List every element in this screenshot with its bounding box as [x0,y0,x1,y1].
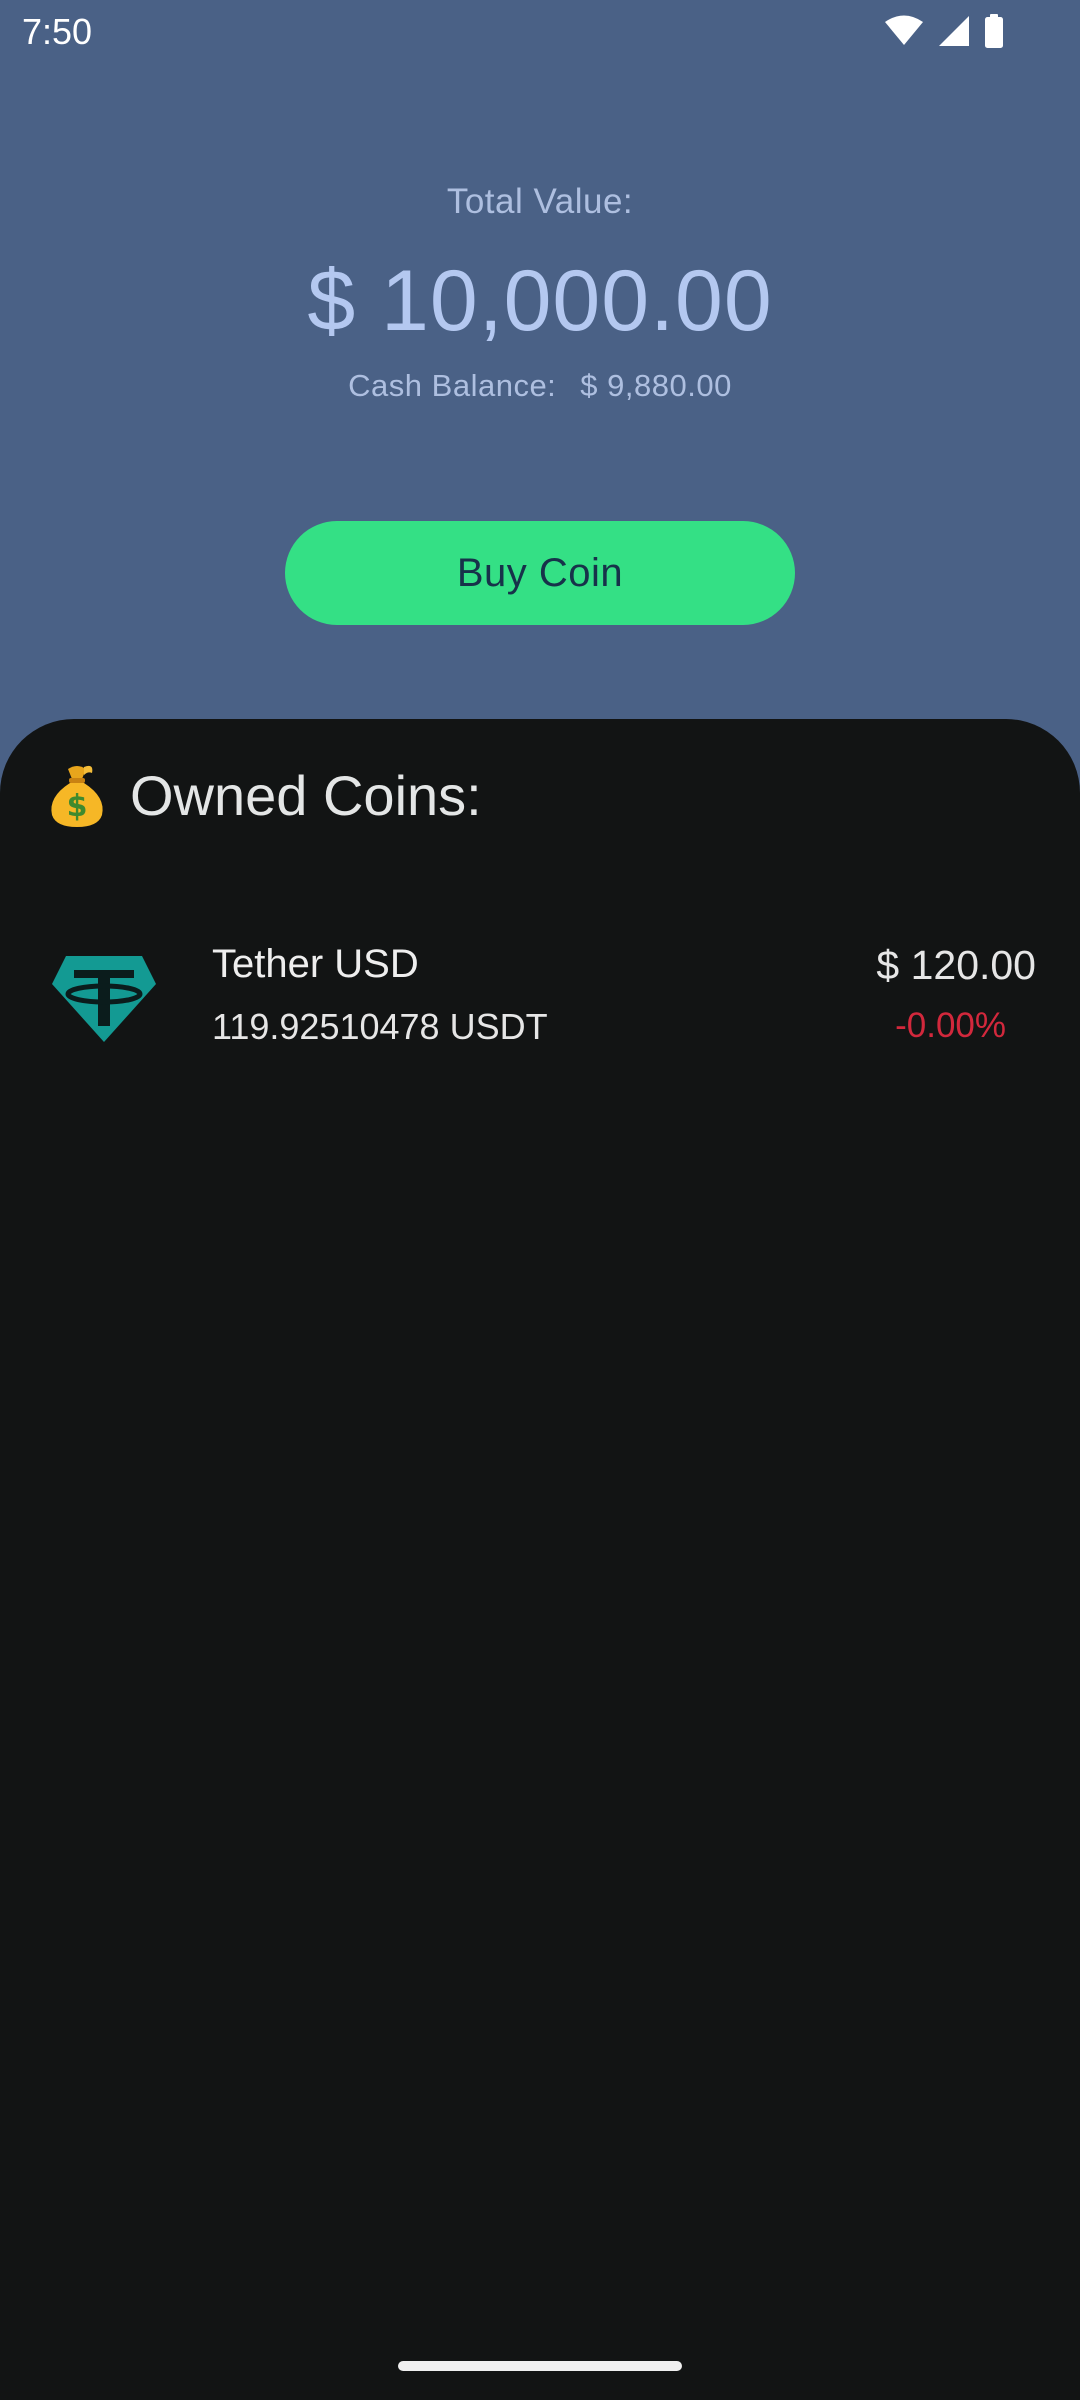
cash-balance-label: Cash Balance: [348,368,557,403]
wifi-icon [885,15,923,45]
buy-coin-button[interactable]: Buy Coin [285,521,795,625]
cash-balance-value: $ 9,880.00 [580,368,732,403]
owned-coins-title: Owned Coins: [130,763,482,827]
coin-value: $ 120.00 [876,942,1036,988]
tether-logo-icon [52,956,156,1042]
coin-list-item[interactable]: Tether USD 119.92510478 USDT $ 120.00 -0… [0,920,1080,1070]
home-indicator[interactable] [398,2361,682,2371]
coin-name: Tether USD [212,942,419,986]
total-value-label: Total Value: [446,182,634,221]
status-time: 7:50 [22,11,93,52]
status-icons [884,14,1004,48]
total-value-amount: $ 10,000.00 [307,253,773,349]
coin-change: -0.00% [895,1006,1006,1045]
battery-icon [985,14,1003,48]
signal-icon [939,16,969,46]
coin-amount: 119.92510478 USDT [212,1006,548,1047]
money-bag-icon: $ [51,765,103,827]
svg-text:$: $ [67,789,88,824]
portfolio-screen: 7:50 Total Value: $ 10,000.00 Cash Balan… [0,0,1080,2400]
owned-coins-header: $ Owned Coins: [46,760,482,830]
cash-balance-row: Cash Balance: $ 9,880.00 [0,368,1080,404]
status-bar: 7:50 [0,0,1080,64]
